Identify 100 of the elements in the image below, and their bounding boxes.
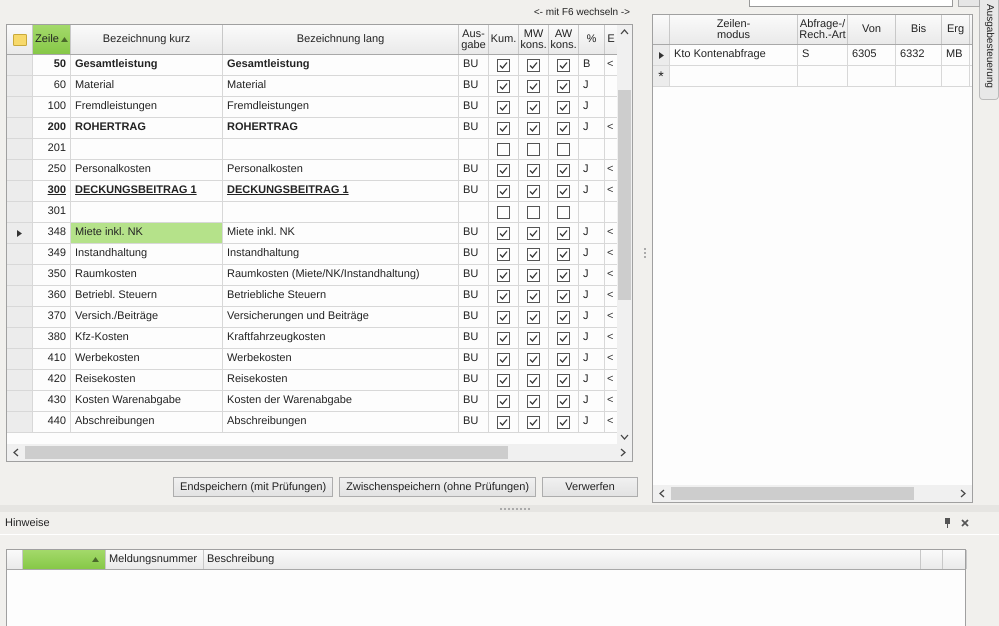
checkbox[interactable] [527,310,540,324]
checkbox[interactable] [527,164,540,176]
checkbox[interactable] [527,416,540,428]
checkbox[interactable] [497,268,510,282]
column-header[interactable]: Abfrage-/ Rech.-Art [798,15,848,44]
checkbox[interactable] [497,352,510,366]
column-header[interactable]: Meldungsnummer [106,550,204,569]
new-row-marker: * [653,66,670,86]
horizontal-scrollbar[interactable] [7,444,632,461]
checkbox[interactable] [557,332,570,344]
column-header[interactable]: AW kons. [549,25,579,54]
checkbox[interactable] [557,100,570,114]
checkbox[interactable] [557,80,570,92]
checkbox[interactable] [497,122,510,134]
table-cell: 6332 [896,45,942,65]
row-header[interactable] [7,223,33,243]
checkbox[interactable] [527,332,540,344]
chevron-down-icon[interactable] [620,434,629,440]
table-cell: Reisekosten [71,370,223,390]
checkbox[interactable] [497,310,510,324]
column-header[interactable]: Zeilen- modus [670,15,798,44]
checkbox[interactable] [497,248,510,260]
checkbox[interactable] [557,310,570,324]
action-button[interactable]: Verwerfen [542,477,638,497]
checkbox[interactable] [527,226,540,240]
checkbox[interactable] [557,248,570,260]
column-header[interactable]: Bezeichnung lang [223,25,459,54]
checkbox[interactable] [557,394,570,408]
column-header[interactable]: MW kons. [519,25,549,54]
switch-hint[interactable]: <- mit F6 wechseln -> [534,6,630,18]
checkbox[interactable] [557,374,570,386]
action-button[interactable]: Endspeichern (mit Prüfungen) [173,477,334,497]
checkbox[interactable] [557,352,570,366]
checkbox[interactable] [497,58,510,72]
checkbox[interactable] [497,226,510,240]
chevron-left-icon[interactable] [659,489,665,498]
pin-icon[interactable] [944,518,951,528]
checkbox[interactable] [557,226,570,240]
checkbox[interactable] [497,142,510,156]
checkbox[interactable] [497,374,510,386]
table-cell: Instandhaltung [223,244,459,264]
column-header[interactable]: Bis [896,15,942,44]
checkbox[interactable] [557,142,570,156]
column-header[interactable]: Von [848,15,896,44]
checkbox[interactable] [557,58,570,72]
checkbox[interactable] [557,416,570,428]
checkbox[interactable] [527,248,540,260]
side-tab[interactable]: Ausgabesteuerung [979,0,999,100]
row-header[interactable] [653,45,670,65]
checkbox[interactable] [497,164,510,176]
checkbox[interactable] [497,100,510,114]
checkbox[interactable] [497,332,510,344]
vertical-scrollbar[interactable] [617,25,632,444]
column-header[interactable]: Aus- gabe [459,25,489,54]
checkbox[interactable] [557,122,570,134]
chevron-left-icon[interactable] [13,448,19,457]
checkbox[interactable] [527,290,540,302]
table-cell: BU [459,181,489,201]
action-button[interactable]: Zwischenspeichern (ohne Prüfungen) [339,477,536,497]
checkbox[interactable] [527,100,540,114]
checkbox[interactable] [497,206,510,218]
checkbox[interactable] [557,184,570,198]
table-cell: 350 [33,265,71,285]
checkbox[interactable] [557,268,570,282]
table-cell: J [579,118,605,138]
table-cell: Kosten Warenabgabe [71,391,223,411]
checkbox[interactable] [527,206,540,218]
horizontal-scrollbar[interactable] [653,485,972,502]
checkbox[interactable] [527,352,540,366]
checkbox[interactable] [527,374,540,386]
table-cell: Reisekosten [223,370,459,390]
column-header[interactable]: Erg [942,15,970,44]
checkbox[interactable] [497,80,510,92]
table-cell: ROHERTRAG [71,118,223,138]
checkbox[interactable] [527,122,540,134]
checkbox[interactable] [527,268,540,282]
checkbox[interactable] [557,206,570,218]
column-header[interactable]: Beschreibung [204,550,921,569]
checkbox[interactable] [497,394,510,408]
chevron-right-icon[interactable] [960,489,966,498]
table-cell: 201 [33,139,71,159]
chevron-right-icon[interactable] [620,448,626,457]
column-header[interactable]: Kum. [489,25,519,54]
checkbox[interactable] [557,164,570,176]
column-header[interactable]: Bezeichnung kurz [71,25,223,54]
column-header[interactable]: Zeile [33,25,71,54]
checkbox[interactable] [527,80,540,92]
checkbox[interactable] [527,142,540,156]
checkbox[interactable] [497,184,510,198]
column-header[interactable]: % [579,25,605,54]
checkbox[interactable] [497,290,510,302]
table-cell: BU [459,265,489,285]
close-icon[interactable] [961,519,969,527]
checkbox[interactable] [527,394,540,408]
chevron-up-icon[interactable] [620,29,629,35]
checkbox[interactable] [557,290,570,302]
checkbox[interactable] [497,416,510,428]
table-cell: BU [459,391,489,411]
checkbox[interactable] [527,58,540,72]
checkbox[interactable] [527,184,540,198]
